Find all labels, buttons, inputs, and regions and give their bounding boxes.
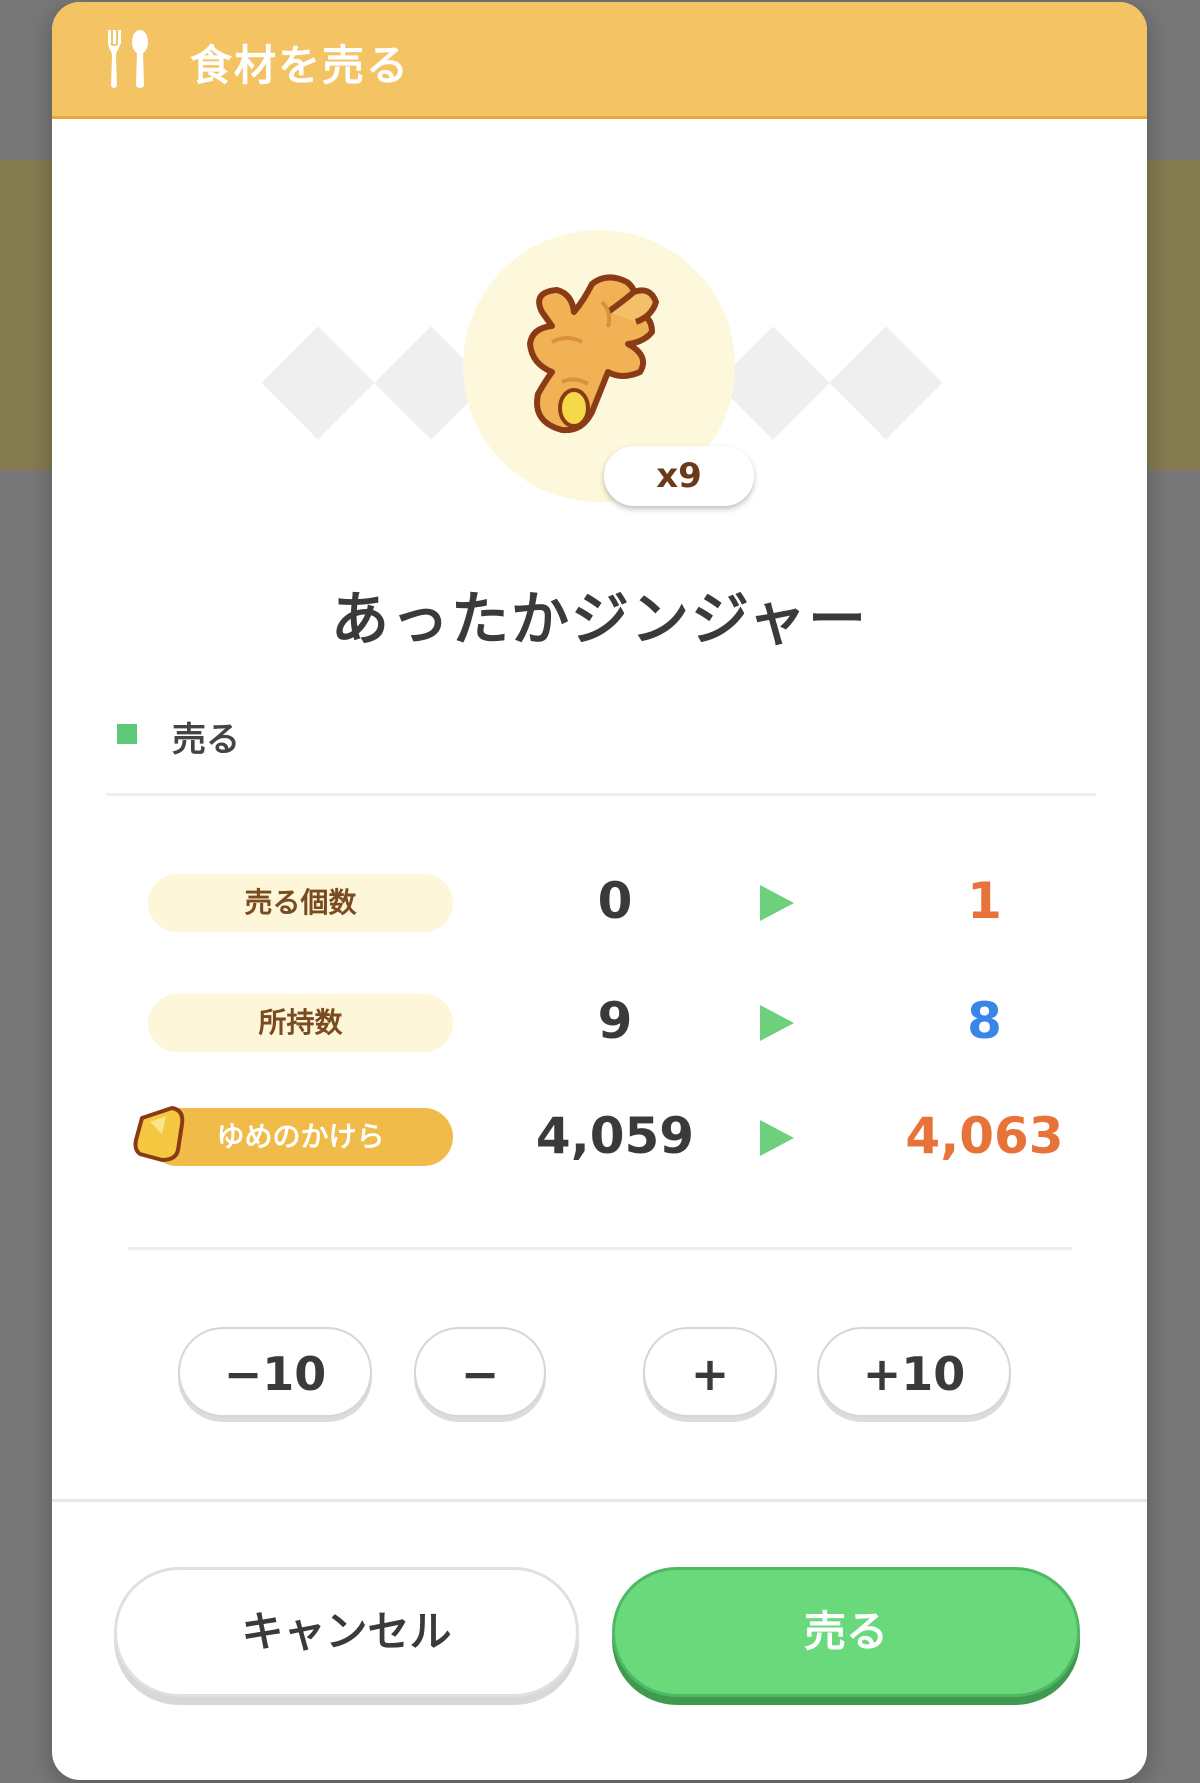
item-name: あったかジンジャー (330, 585, 869, 653)
arrow-icon (760, 1005, 794, 1041)
ginger-icon (527, 274, 659, 434)
plus-ten-button[interactable]: +10 (817, 1327, 1011, 1417)
cancel-button[interactable]: キャンセル (114, 1567, 579, 1697)
dialog-title: 食材を売る (190, 41, 411, 90)
fork-spoon-icon (108, 30, 148, 88)
footer-divider (52, 1499, 1147, 1502)
owned-count-current: 9 (597, 992, 633, 1050)
sell-count-new: 1 (967, 872, 1002, 930)
section-label: 売る (172, 720, 240, 760)
owned-count-badge: x9 (604, 446, 754, 506)
owned-count-label: 所持数 (148, 994, 453, 1052)
plus-button[interactable]: + (643, 1327, 777, 1417)
arrow-icon (760, 1120, 794, 1156)
dream-shards-current: 4,059 (535, 1107, 695, 1165)
sell-count-current: 0 (597, 872, 633, 930)
dream-shards-label: ゆめのかけら (148, 1108, 453, 1166)
owned-count-new: 8 (967, 992, 1002, 1050)
minus-ten-button[interactable]: −10 (178, 1327, 372, 1417)
section-marker (117, 724, 137, 744)
sell-ingredient-dialog: 食材を売る x9 あったかジンジャー 売る 売る個数 0 1 所持数 9 8 ゆ… (52, 2, 1147, 1780)
minus-button[interactable]: − (414, 1327, 546, 1417)
dialog-header: 食材を売る (52, 2, 1147, 119)
dream-shards-new: 4,063 (905, 1107, 1064, 1165)
sell-button[interactable]: 売る (612, 1567, 1080, 1697)
arrow-icon (760, 885, 794, 921)
dream-shard-icon (133, 1106, 185, 1162)
stepper-divider (128, 1247, 1072, 1250)
section-divider (106, 793, 1096, 796)
sell-count-label: 売る個数 (148, 874, 453, 932)
